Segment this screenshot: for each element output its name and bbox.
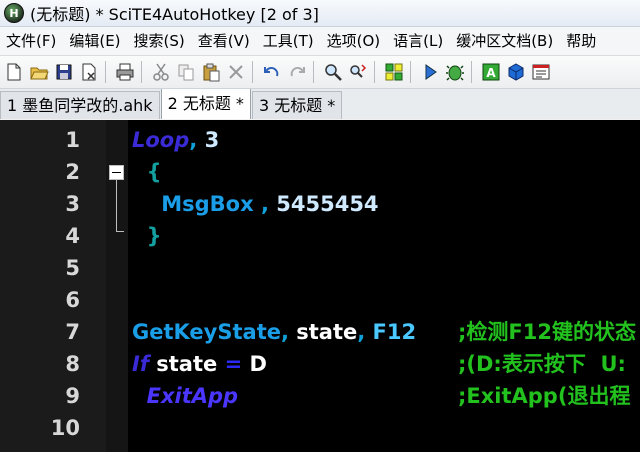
line-number: 5: [65, 256, 80, 280]
code-token: GetKeyState: [132, 320, 281, 344]
paste-icon[interactable]: [200, 61, 222, 83]
code-line[interactable]: 3 MsgBox , 5455454: [0, 188, 640, 220]
new-file-icon[interactable]: [3, 61, 25, 83]
code-line[interactable]: 4 }: [0, 220, 640, 252]
code-text: }: [132, 220, 162, 252]
code-token: state: [288, 320, 358, 344]
line-number: 8: [65, 352, 80, 376]
open-folder-icon[interactable]: [28, 61, 50, 83]
menu-item-0[interactable]: 文件(F): [0, 27, 63, 55]
line-number: 9: [65, 384, 80, 408]
code-token: ,: [280, 320, 289, 344]
code-token: ,: [253, 192, 269, 216]
tab-3[interactable]: 3 无标题 *: [251, 91, 343, 119]
code-token: MsgBox: [132, 192, 254, 216]
toolbar-separator: [252, 61, 253, 83]
code-token: state: [148, 352, 225, 376]
code-line[interactable]: 1 Loop, 3: [0, 124, 640, 156]
code-token: If: [132, 352, 149, 376]
code-token: =: [224, 352, 243, 376]
code-token: F12: [365, 320, 417, 344]
line-number: 4: [65, 224, 80, 248]
window-title: (无标题) * SciTE4AutoHotkey [2 of 3]: [30, 5, 319, 24]
toolbar-separator: [105, 61, 106, 83]
menu-item-3[interactable]: 查看(V): [192, 27, 257, 55]
code-line[interactable]: 2 {: [0, 156, 640, 188]
textbox-icon[interactable]: A: [480, 61, 502, 83]
menu-item-6[interactable]: 语言(L): [387, 27, 450, 55]
code-comment: ;ExitApp(退出程: [458, 384, 631, 408]
cube-icon[interactable]: [505, 61, 527, 83]
line-number: 2: [65, 160, 80, 184]
code-text: GetKeyState, state, F12: [132, 316, 416, 348]
code-line[interactable]: 5: [0, 252, 640, 284]
code-line[interactable]: 7 GetKeyState, state, F12 ;检测F12键的状态: [0, 316, 640, 348]
menu-item-4[interactable]: 工具(T): [257, 27, 321, 55]
copy-icon[interactable]: [175, 61, 197, 83]
print-icon[interactable]: [114, 61, 136, 83]
code-text: ExitApp: [132, 380, 238, 412]
toolbar-separator: [141, 61, 142, 83]
toolbar-separator: [313, 61, 314, 83]
code-text: {: [132, 156, 162, 188]
menu-item-1[interactable]: 编辑(E): [63, 27, 127, 55]
menu-item-7[interactable]: 缓冲区文档(B): [450, 27, 560, 55]
code-token: 5455454: [268, 192, 379, 216]
cut-icon[interactable]: [150, 61, 172, 83]
code-token: 3: [197, 128, 220, 152]
menu-item-5[interactable]: 选项(O): [321, 27, 388, 55]
redo-icon[interactable]: [286, 61, 308, 83]
code-comment: ;检测F12键的状态: [458, 320, 636, 344]
delete-icon[interactable]: [225, 61, 247, 83]
tab-bar: 1 墨鱼同学改的.ahk 2 无标题 * 3 无标题 *: [0, 89, 640, 119]
save-icon[interactable]: [53, 61, 75, 83]
toolbar-separator: [471, 61, 472, 83]
line-number: 1: [65, 128, 80, 152]
close-file-icon[interactable]: [78, 61, 100, 83]
run-icon[interactable]: [419, 61, 441, 83]
menu-item-2[interactable]: 搜索(S): [128, 27, 192, 55]
code-editor[interactable]: 1 Loop, 32 {3 MsgBox , 5455454 4 } 5 6 7 GetKe…: [0, 120, 640, 452]
code-line[interactable]: 6: [0, 284, 640, 316]
code-line[interactable]: 8 If state = D ;(D:表示按下 U:: [0, 348, 640, 380]
toolbar: A: [0, 56, 640, 89]
tab-2[interactable]: 2 无标题 *: [160, 89, 251, 119]
code-token: Loop: [132, 128, 190, 152]
find-icon[interactable]: [322, 61, 344, 83]
code-token: ExitApp: [132, 384, 239, 408]
line-number: 10: [50, 416, 80, 440]
app-icon[interactable]: H: [4, 3, 24, 23]
line-number: 7: [65, 320, 80, 344]
tab-1[interactable]: 1 墨鱼同学改的.ahk: [0, 91, 160, 119]
toolbar-separator: [374, 61, 375, 83]
menu-item-8[interactable]: 帮助: [560, 27, 603, 55]
code-token: D: [242, 352, 267, 376]
code-line[interactable]: 9 ExitApp ;ExitApp(退出程: [0, 380, 640, 412]
code-text: Loop, 3: [132, 124, 219, 156]
toolbar-separator: [410, 61, 411, 83]
code-token: {: [132, 160, 162, 184]
code-comment: ;(D:表示按下 U:: [458, 352, 626, 376]
line-number: 6: [65, 288, 80, 312]
title-bar: H (无标题) * SciTE4AutoHotkey [2 of 3]: [0, 0, 640, 27]
debug-bug-icon[interactable]: [444, 61, 466, 83]
replace-icon[interactable]: [347, 61, 369, 83]
code-text: If state = D: [132, 348, 267, 380]
code-text: MsgBox , 5455454: [132, 188, 379, 220]
line-number: 3: [65, 192, 80, 216]
undo-icon[interactable]: [261, 61, 283, 83]
code-token: }: [132, 224, 162, 248]
menu-bar: 文件(F) 编辑(E) 搜索(S) 查看(V) 工具(T) 选项(O) 语言(L) 缓冲区文档…: [0, 27, 640, 56]
code-line[interactable]: 10: [0, 412, 640, 444]
debug-grid-icon[interactable]: [383, 61, 405, 83]
svg-text:A: A: [486, 66, 496, 80]
window-icon[interactable]: [530, 61, 552, 83]
